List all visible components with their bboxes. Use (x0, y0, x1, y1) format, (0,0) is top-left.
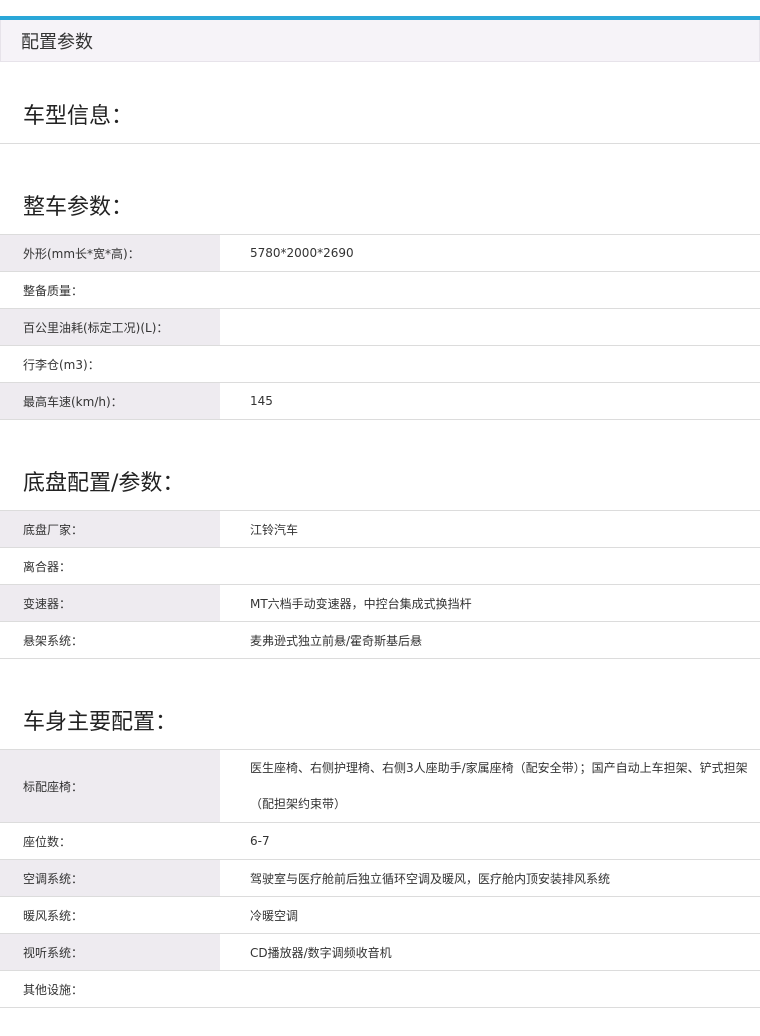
section-title-vehicle-info: 车型信息： (0, 62, 760, 144)
body-config-table: 标配座椅： 医生座椅、右侧护理椅、右侧3人座助手/家属座椅（配安全带）；国产自动… (0, 750, 760, 1008)
row-label: 最高车速(km/h)： (0, 382, 220, 420)
table-row: 悬架系统： 麦弗逊式独立前悬/霍奇斯基后悬 (0, 621, 760, 659)
row-value: 冷暖空调 (220, 896, 760, 934)
row-value: 江铃汽车 (220, 511, 760, 548)
row-value: CD播放器/数字调频收音机 (220, 933, 760, 971)
row-value: MT六档手动变速器，中控台集成式换挡杆 (220, 584, 760, 622)
row-label: 标配座椅： (0, 750, 220, 823)
row-label: 座位数： (0, 822, 220, 860)
table-row: 变速器： MT六档手动变速器，中控台集成式换挡杆 (0, 584, 760, 622)
row-label: 其他设施： (0, 970, 220, 1008)
table-row: 离合器： (0, 547, 760, 585)
table-row: 暖风系统： 冷暖空调 (0, 896, 760, 934)
row-value: 5780*2000*2690 (220, 235, 760, 272)
table-row: 行李仓(m3)： (0, 345, 760, 383)
page-header: 配置参数 (0, 20, 760, 62)
row-label: 整备质量： (0, 271, 220, 309)
row-label: 百公里油耗(标定工况)(L)： (0, 308, 220, 346)
row-label: 离合器： (0, 547, 220, 585)
row-value (220, 271, 760, 309)
section-title-vehicle-params: 整车参数： (0, 144, 760, 235)
table-row: 外形(mm长*宽*高)： 5780*2000*2690 (0, 235, 760, 272)
row-value (220, 308, 760, 346)
table-row: 标配座椅： 医生座椅、右侧护理椅、右侧3人座助手/家属座椅（配安全带）；国产自动… (0, 750, 760, 823)
row-value: 医生座椅、右侧护理椅、右侧3人座助手/家属座椅（配安全带）；国产自动上车担架、铲… (220, 750, 760, 823)
row-label: 底盘厂家： (0, 511, 220, 548)
row-value: 驾驶室与医疗舱前后独立循环空调及暖风，医疗舱内顶安装排风系统 (220, 859, 760, 897)
row-label: 暖风系统： (0, 896, 220, 934)
row-label: 悬架系统： (0, 621, 220, 659)
row-value (220, 547, 760, 585)
row-label: 行李仓(m3)： (0, 345, 220, 383)
table-row: 其他设施： (0, 970, 760, 1008)
row-label: 外形(mm长*宽*高)： (0, 235, 220, 272)
row-value (220, 970, 760, 1008)
row-value (220, 345, 760, 383)
table-row: 座位数： 6-7 (0, 822, 760, 860)
section-title-body-config: 车身主要配置： (0, 659, 760, 750)
row-label: 空调系统： (0, 859, 220, 897)
row-value: 6-7 (220, 822, 760, 860)
row-label: 视听系统： (0, 933, 220, 971)
row-value: 麦弗逊式独立前悬/霍奇斯基后悬 (220, 621, 760, 659)
row-value: 145 (220, 382, 760, 420)
table-row: 底盘厂家： 江铃汽车 (0, 511, 760, 548)
table-row: 整备质量： (0, 271, 760, 309)
table-row: 最高车速(km/h)： 145 (0, 382, 760, 420)
table-row: 视听系统： CD播放器/数字调频收音机 (0, 933, 760, 971)
row-label: 变速器： (0, 584, 220, 622)
vehicle-params-table: 外形(mm长*宽*高)： 5780*2000*2690 整备质量： 百公里油耗(… (0, 235, 760, 420)
table-row: 百公里油耗(标定工况)(L)： (0, 308, 760, 346)
section-title-chassis: 底盘配置/参数： (0, 420, 760, 511)
page-title: 配置参数 (21, 31, 93, 53)
chassis-table: 底盘厂家： 江铃汽车 离合器： 变速器： MT六档手动变速器，中控台集成式换挡杆… (0, 511, 760, 659)
table-row: 空调系统： 驾驶室与医疗舱前后独立循环空调及暖风，医疗舱内顶安装排风系统 (0, 859, 760, 897)
